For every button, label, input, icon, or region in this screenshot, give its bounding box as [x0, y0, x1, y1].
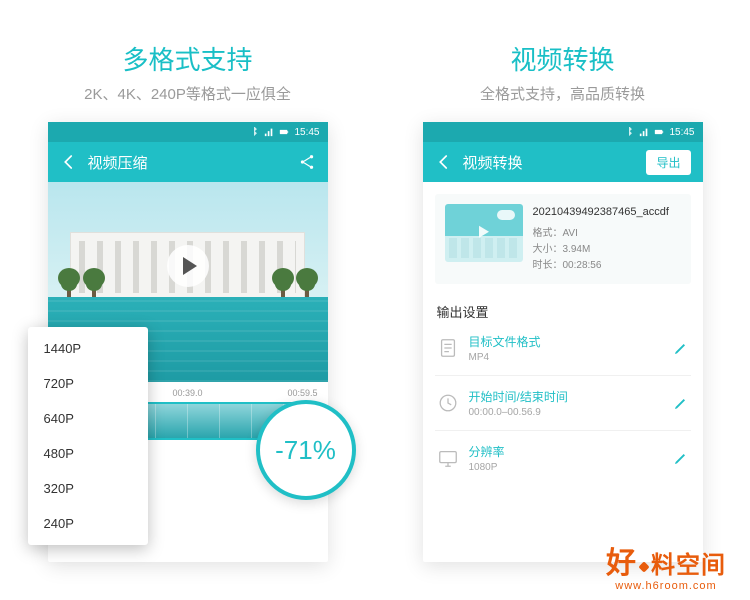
play-icon[interactable]	[167, 245, 209, 287]
feature-title-left: 多格式支持	[122, 40, 252, 77]
clock-icon	[437, 392, 459, 414]
status-time: 15:45	[669, 127, 694, 138]
share-icon[interactable]	[298, 153, 316, 171]
battery-icon	[654, 127, 664, 137]
app-bar-title: 视频转换	[463, 152, 647, 173]
phone-convert: 15:45 视频转换 导出 20210439492387465_accdf 格式…	[423, 122, 703, 562]
setting-resolution[interactable]: 分辨率 1080P	[435, 431, 691, 485]
edit-icon[interactable]	[673, 450, 689, 466]
export-button[interactable]: 导出	[646, 150, 690, 175]
app-bar-title: 视频压缩	[88, 152, 298, 173]
signal-icon	[264, 127, 274, 137]
edit-icon[interactable]	[673, 395, 689, 411]
bluetooth-icon	[249, 127, 259, 137]
resolution-popup: 1440P 720P 640P 480P 320P 240P	[28, 327, 148, 545]
file-thumbnail	[445, 204, 523, 262]
document-icon	[437, 337, 459, 359]
resolution-option[interactable]: 320P	[28, 471, 148, 506]
watermark-logo: 好料空间 www.h6room.com	[606, 538, 726, 592]
setting-value: MP4	[469, 352, 663, 363]
status-bar: 15:45	[423, 122, 703, 142]
setting-target-format[interactable]: 目标文件格式 MP4	[435, 321, 691, 376]
status-bar: 15:45	[48, 122, 328, 142]
feature-subtitle-right: 全格式支持，高品质转换	[480, 83, 645, 104]
source-file-card[interactable]: 20210439492387465_accdf 格式：AVI 大小：3.94M …	[435, 194, 691, 284]
setting-value: 00:00.0–00.56.9	[469, 407, 663, 418]
savings-badge: -71%	[256, 400, 356, 500]
back-icon[interactable]	[435, 153, 453, 171]
output-settings-title: 输出设置	[423, 296, 703, 321]
setting-label: 开始时间/结束时间	[469, 388, 663, 405]
setting-label: 目标文件格式	[469, 333, 663, 350]
status-time: 15:45	[294, 127, 319, 138]
setting-label: 分辨率	[469, 443, 663, 460]
bluetooth-icon	[624, 127, 634, 137]
monitor-icon	[437, 447, 459, 469]
edit-icon[interactable]	[673, 340, 689, 356]
signal-icon	[639, 127, 649, 137]
feature-subtitle-left: 2K、4K、240P等格式一应俱全	[84, 83, 291, 104]
app-bar: 视频转换 导出	[423, 142, 703, 182]
feature-title-right: 视频转换	[510, 40, 614, 77]
trim-end-time: 00:59.5	[287, 388, 317, 398]
resolution-option[interactable]: 480P	[28, 436, 148, 471]
file-name: 20210439492387465_accdf	[533, 204, 681, 222]
resolution-option[interactable]: 640P	[28, 401, 148, 436]
resolution-option[interactable]: 1440P	[28, 331, 148, 366]
phone-compress: 15:45 视频压缩 00:00.0 00:39.0	[48, 122, 328, 562]
setting-value: 1080P	[469, 462, 663, 473]
resolution-option[interactable]: 720P	[28, 366, 148, 401]
app-bar: 视频压缩	[48, 142, 328, 182]
battery-icon	[279, 127, 289, 137]
resolution-option[interactable]: 240P	[28, 506, 148, 541]
setting-time-range[interactable]: 开始时间/结束时间 00:00.0–00.56.9	[435, 376, 691, 431]
trim-current-time: 00:39.0	[172, 388, 202, 398]
back-icon[interactable]	[60, 153, 78, 171]
